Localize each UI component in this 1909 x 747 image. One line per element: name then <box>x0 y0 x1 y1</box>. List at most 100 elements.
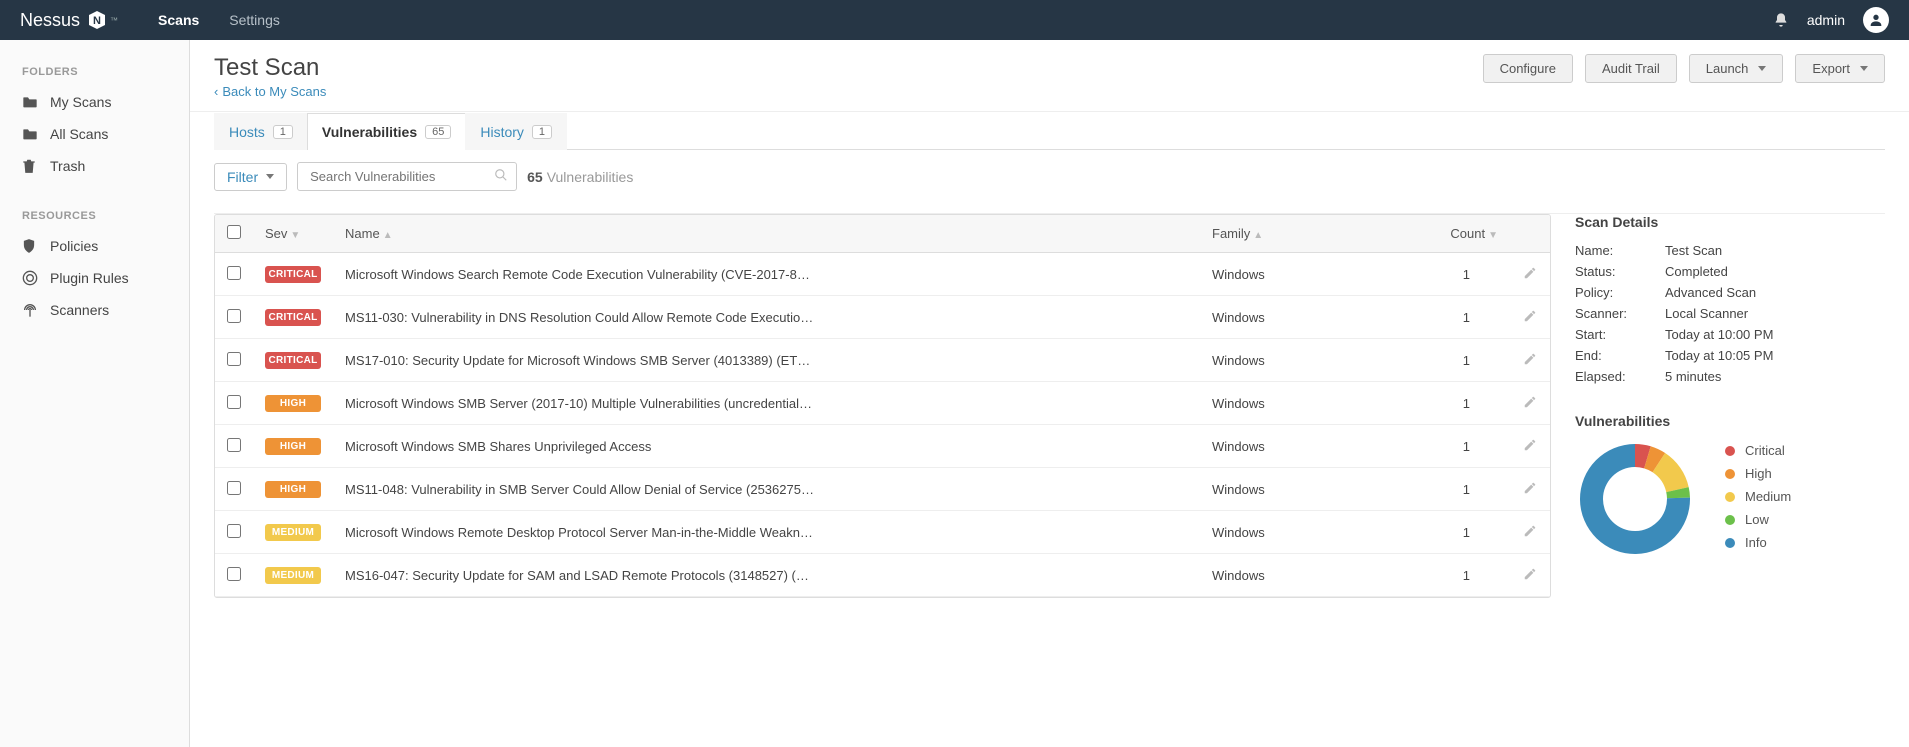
col-count[interactable]: Count▼ <box>1420 215 1510 253</box>
launch-button[interactable]: Launch <box>1689 54 1784 83</box>
vuln-family: Windows <box>1200 296 1420 339</box>
detail-label: Status: <box>1575 264 1665 279</box>
edit-icon[interactable] <box>1523 567 1537 584</box>
detail-label: Start: <box>1575 327 1665 342</box>
legend-item-medium[interactable]: Medium <box>1725 485 1791 508</box>
vuln-count: 1 <box>1420 382 1510 425</box>
row-checkbox[interactable] <box>227 524 241 538</box>
edit-icon[interactable] <box>1523 266 1537 283</box>
edit-icon[interactable] <box>1523 438 1537 455</box>
sidebar-item-label: My Scans <box>50 94 111 110</box>
edit-icon[interactable] <box>1523 524 1537 541</box>
edit-icon[interactable] <box>1523 481 1537 498</box>
sidebar-item-scanners[interactable]: Scanners <box>0 294 189 326</box>
nav-link-settings[interactable]: Settings <box>229 12 280 28</box>
chevron-down-icon <box>1860 66 1868 71</box>
table-row[interactable]: CRITICALMicrosoft Windows Search Remote … <box>215 253 1550 296</box>
sidebar-item-all-scans[interactable]: All Scans <box>0 118 189 150</box>
table-row[interactable]: HIGHMS11-048: Vulnerability in SMB Serve… <box>215 468 1550 511</box>
col-name[interactable]: Name▲ <box>333 215 1200 253</box>
search-icon[interactable] <box>494 168 508 185</box>
severity-badge: CRITICAL <box>265 309 321 326</box>
row-checkbox[interactable] <box>227 395 241 409</box>
nav-links: Scans Settings <box>158 12 1773 28</box>
vuln-family: Windows <box>1200 339 1420 382</box>
notifications-icon[interactable] <box>1773 12 1789 28</box>
sidebar-item-label: Policies <box>50 238 98 254</box>
back-link-label: Back to My Scans <box>222 84 326 99</box>
export-button[interactable]: Export <box>1795 54 1885 83</box>
search-input[interactable] <box>306 163 494 190</box>
table-row[interactable]: HIGH Microsoft Windows SMB Server (2017-1… <box>215 382 1550 425</box>
result-count-num: 65 <box>527 169 543 185</box>
audit-label: Audit Trail <box>1602 61 1660 76</box>
edit-icon[interactable] <box>1523 352 1537 369</box>
severity-badge: MEDIUM <box>265 567 321 584</box>
detail-label: End: <box>1575 348 1665 363</box>
vuln-name: MS17-010: Security Update for Microsoft … <box>333 339 1200 382</box>
row-checkbox[interactable] <box>227 481 241 495</box>
page-header: Test Scan ‹ Back to My Scans Configure A… <box>190 40 1909 112</box>
vuln-count: 1 <box>1420 511 1510 554</box>
row-checkbox[interactable] <box>227 352 241 366</box>
tab-count: 1 <box>532 125 552 139</box>
table-row[interactable]: MEDIUMMS16-047: Security Update for SAM … <box>215 554 1550 597</box>
severity-badge: HIGH <box>265 395 321 412</box>
detail-value: 5 minutes <box>1665 369 1721 384</box>
search-wrapper <box>297 162 517 191</box>
tab-hosts[interactable]: Hosts1 <box>214 113 308 150</box>
legend-item-high[interactable]: High <box>1725 462 1791 485</box>
legend-dot-icon <box>1725 492 1735 502</box>
legend-item-low[interactable]: Low <box>1725 508 1791 531</box>
col-count-label: Count <box>1450 226 1485 241</box>
table-row[interactable]: HIGHMicrosoft Windows SMB Shares Unprivi… <box>215 425 1550 468</box>
col-name-label: Name <box>345 226 380 241</box>
folder-icon <box>22 95 38 109</box>
select-all-checkbox[interactable] <box>227 225 241 239</box>
page-title: Test Scan <box>214 54 326 82</box>
user-avatar-icon[interactable] <box>1863 7 1889 33</box>
col-family[interactable]: Family▲ <box>1200 215 1420 253</box>
sidebar-item-my-scans[interactable]: My Scans <box>0 86 189 118</box>
table-row[interactable]: MEDIUMMicrosoft Windows Remote Desktop P… <box>215 511 1550 554</box>
brand-logo-icon: N <box>86 9 108 31</box>
vuln-count: 1 <box>1420 253 1510 296</box>
vuln-name: MS11-030: Vulnerability in DNS Resolutio… <box>333 296 1200 339</box>
sidebar-item-policies[interactable]: Policies <box>0 230 189 262</box>
row-checkbox[interactable] <box>227 567 241 581</box>
edit-icon[interactable] <box>1523 395 1537 412</box>
sidebar-item-label: All Scans <box>50 126 108 142</box>
row-checkbox[interactable] <box>227 266 241 280</box>
edit-icon[interactable] <box>1523 309 1537 326</box>
vuln-family: Windows <box>1200 382 1420 425</box>
back-link[interactable]: ‹ Back to My Scans <box>214 84 326 99</box>
legend-label: High <box>1745 466 1772 481</box>
tab-vulnerabilities[interactable]: Vulnerabilities65 <box>307 113 466 150</box>
tab-history[interactable]: History1 <box>465 113 567 150</box>
vuln-name: Microsoft Windows SMB Server (2017-10) M… <box>333 382 1200 425</box>
table-row[interactable]: CRITICALMS17-010: Security Update for Mi… <box>215 339 1550 382</box>
configure-button[interactable]: Configure <box>1483 54 1573 83</box>
detail-value: Today at 10:05 PM <box>1665 348 1773 363</box>
row-checkbox[interactable] <box>227 309 241 323</box>
legend-label: Low <box>1745 512 1769 527</box>
legend-dot-icon <box>1725 469 1735 479</box>
audit-trail-button[interactable]: Audit Trail <box>1585 54 1677 83</box>
sidebar-item-plugin-rules[interactable]: Plugin Rules <box>0 262 189 294</box>
legend-item-critical[interactable]: Critical <box>1725 439 1791 462</box>
tab-label: Hosts <box>229 124 265 140</box>
table-row[interactable]: CRITICAL MS11-030: Vulnerability in DNS R… <box>215 296 1550 339</box>
col-sev[interactable]: Sev▼ <box>253 215 333 253</box>
filter-button[interactable]: Filter <box>214 163 287 191</box>
sidebar-item-trash[interactable]: Trash <box>0 150 189 182</box>
nav-link-scans[interactable]: Scans <box>158 12 199 28</box>
legend-dot-icon <box>1725 446 1735 456</box>
severity-badge: CRITICAL <box>265 266 321 283</box>
chevron-down-icon <box>266 174 274 179</box>
row-checkbox[interactable] <box>227 438 241 452</box>
legend-item-info[interactable]: Info <box>1725 531 1791 554</box>
legend-dot-icon <box>1725 515 1735 525</box>
table-header-row: Sev▼ Name▲ Family▲ Count▼ <box>215 215 1550 253</box>
chevron-left-icon: ‹ <box>214 84 218 99</box>
username[interactable]: admin <box>1807 12 1845 28</box>
